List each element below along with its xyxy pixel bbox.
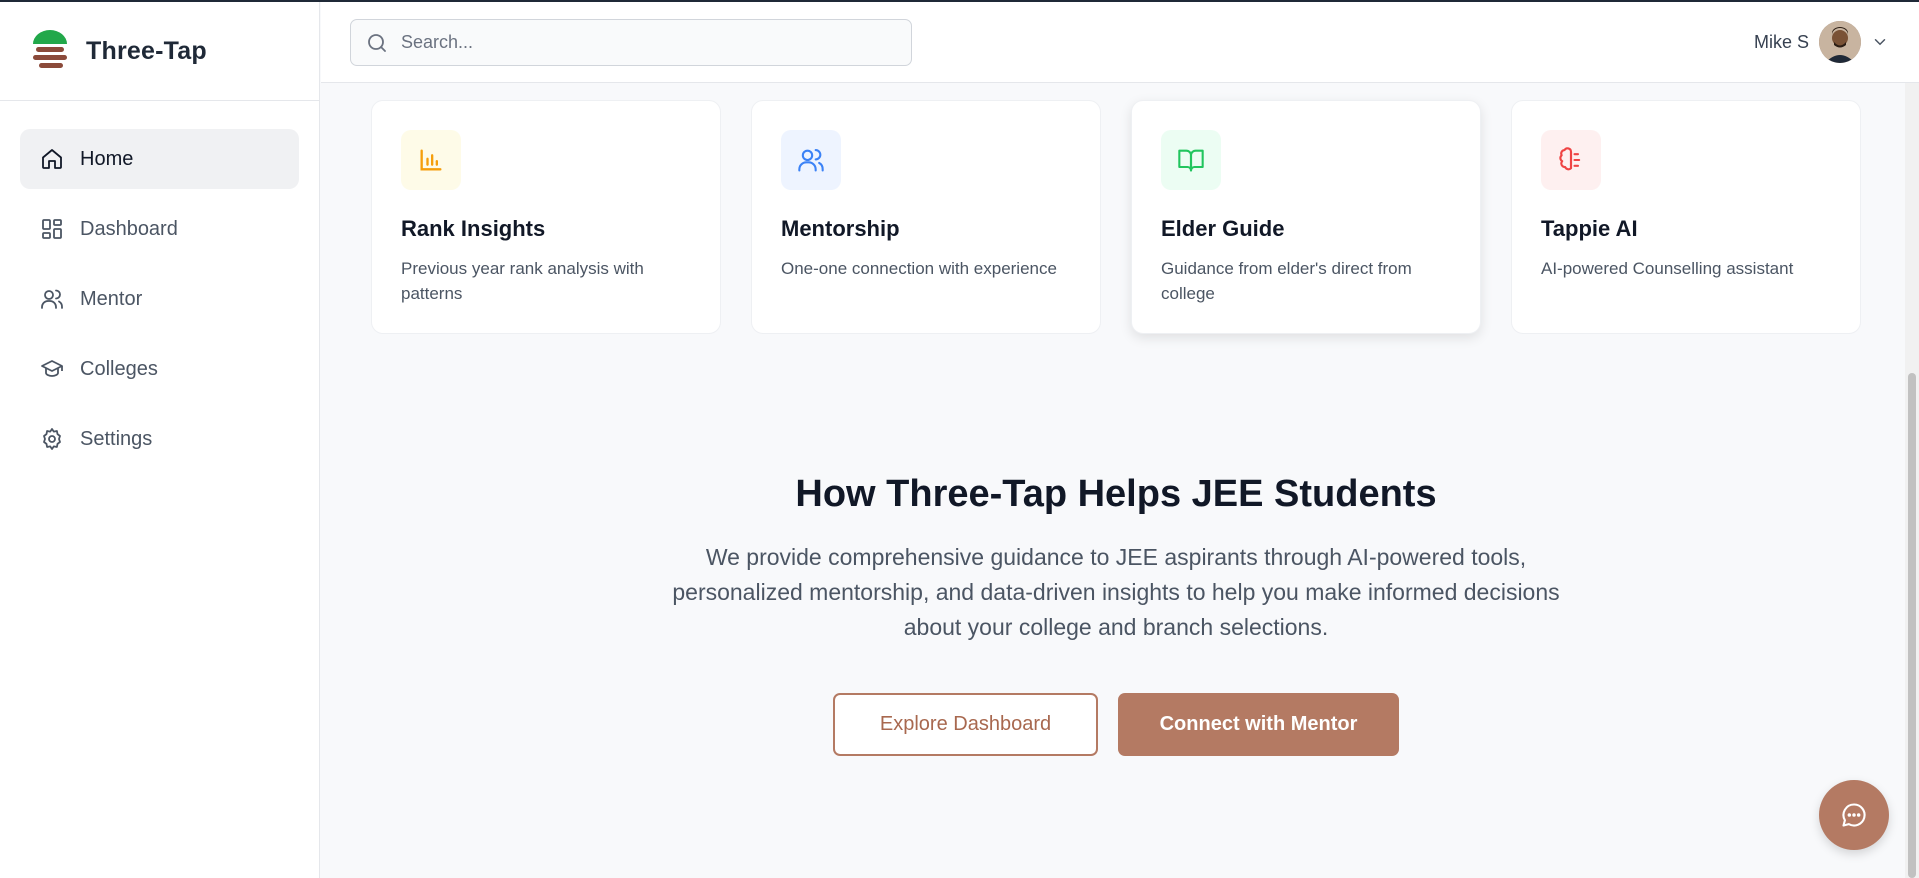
sidebar-item-mentor[interactable]: Mentor xyxy=(20,269,299,329)
users-icon xyxy=(40,287,64,311)
main-content: Rank Insights Previous year rank analysi… xyxy=(321,83,1919,878)
section-actions: Explore Dashboard Connect with Mentor xyxy=(321,693,1911,756)
home-icon xyxy=(40,147,64,171)
card-title: Rank Insights xyxy=(401,216,546,241)
brand-logo-icon xyxy=(33,30,67,68)
sidebar-item-label: Colleges xyxy=(80,357,158,380)
sidebar-item-settings[interactable]: Settings xyxy=(20,409,299,469)
feature-card-tappie-ai[interactable]: Tappie AI AI-powered Counselling assista… xyxy=(1511,100,1861,334)
avatar-image xyxy=(1819,21,1861,63)
sidebar-item-label: Mentor xyxy=(80,287,143,310)
chat-icon xyxy=(1842,803,1866,827)
card-title: Mentorship xyxy=(781,216,900,241)
search-icon xyxy=(368,33,386,52)
scrollbar-thumb[interactable] xyxy=(1908,373,1916,878)
card-description: One-one connection with experience xyxy=(781,259,1057,278)
window-top-border xyxy=(0,0,1919,2)
brand[interactable]: Three-Tap xyxy=(0,2,319,101)
graduation-cap-icon xyxy=(40,357,64,381)
book-open-icon xyxy=(1161,130,1221,190)
sidebar-item-label: Home xyxy=(80,147,134,170)
search-box[interactable] xyxy=(350,19,912,66)
how-it-helps-section: How Three-Tap Helps JEE Students We prov… xyxy=(321,473,1911,756)
sidebar: Three-Tap Home Dashboard Mentor Colleges xyxy=(0,2,320,878)
bar-chart-icon xyxy=(401,130,461,190)
chevron-down-icon[interactable] xyxy=(1871,33,1889,51)
user-menu[interactable]: Mike S xyxy=(1754,21,1889,63)
sidebar-item-label: Settings xyxy=(80,427,153,450)
dashboard-icon xyxy=(40,217,64,241)
card-description: Guidance from elder's direct from colleg… xyxy=(1161,259,1412,303)
brain-icon xyxy=(1541,130,1601,190)
sidebar-item-label: Dashboard xyxy=(80,217,178,240)
page-scrollbar[interactable] xyxy=(1905,83,1919,878)
card-description: Previous year rank analysis with pattern… xyxy=(401,259,644,303)
chat-button[interactable] xyxy=(1819,780,1889,850)
gear-icon xyxy=(40,427,64,451)
connect-mentor-button[interactable]: Connect with Mentor xyxy=(1118,693,1399,756)
sidebar-item-colleges[interactable]: Colleges xyxy=(20,339,299,399)
section-title: How Three-Tap Helps JEE Students xyxy=(795,473,1437,515)
top-header: Mike S xyxy=(321,2,1919,83)
avatar[interactable] xyxy=(1819,21,1861,63)
search-input[interactable] xyxy=(401,32,881,53)
sidebar-item-dashboard[interactable]: Dashboard xyxy=(20,199,299,259)
section-text: We provide comprehensive guidance to JEE… xyxy=(672,544,1560,640)
feature-cards: Rank Insights Previous year rank analysi… xyxy=(371,100,1861,334)
brand-name: Three-Tap xyxy=(86,36,207,65)
feature-card-rank-insights[interactable]: Rank Insights Previous year rank analysi… xyxy=(371,100,721,334)
card-description: AI-powered Counselling assistant xyxy=(1541,259,1794,278)
feature-card-mentorship[interactable]: Mentorship One-one connection with exper… xyxy=(751,100,1101,334)
explore-dashboard-button[interactable]: Explore Dashboard xyxy=(833,693,1098,756)
card-title: Elder Guide xyxy=(1161,216,1285,241)
user-name: Mike S xyxy=(1753,31,1809,52)
feature-card-elder-guide[interactable]: Elder Guide Guidance from elder's direct… xyxy=(1131,100,1481,334)
sidebar-nav: Home Dashboard Mentor Colleges Settings xyxy=(0,101,319,469)
users-icon xyxy=(781,130,841,190)
card-title: Tappie AI xyxy=(1541,216,1638,241)
sidebar-item-home[interactable]: Home xyxy=(20,129,299,189)
